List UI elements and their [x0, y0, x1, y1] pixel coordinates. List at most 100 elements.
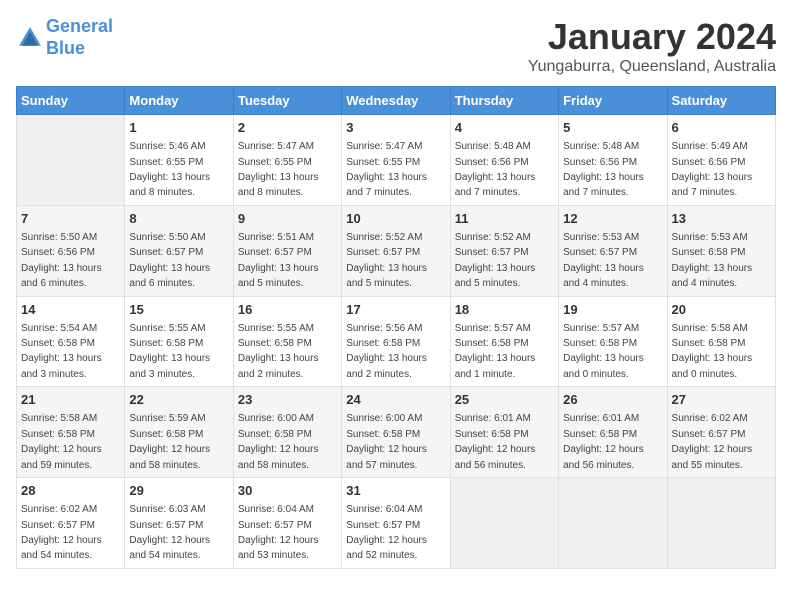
- day-info: Sunrise: 6:02 AMSunset: 6:57 PMDaylight:…: [21, 504, 102, 561]
- calendar-cell: 9 Sunrise: 5:51 AMSunset: 6:57 PMDaylight…: [233, 205, 341, 296]
- day-number: 16: [238, 301, 337, 319]
- day-number: 26: [563, 391, 662, 409]
- day-number: 17: [346, 301, 445, 319]
- day-number: 12: [563, 210, 662, 228]
- day-info: Sunrise: 5:53 AMSunset: 6:58 PMDaylight:…: [672, 232, 753, 289]
- calendar-week-2: 7 Sunrise: 5:50 AMSunset: 6:56 PMDaylight…: [17, 205, 776, 296]
- day-info: Sunrise: 6:00 AMSunset: 6:58 PMDaylight:…: [238, 413, 319, 470]
- day-number: 18: [455, 301, 554, 319]
- calendar-table: Sunday Monday Tuesday Wednesday Thursday…: [16, 86, 776, 569]
- logo-text: General Blue: [46, 16, 113, 59]
- calendar-cell: [17, 115, 125, 206]
- calendar-cell: 4Sunrise: 5:48 AMSunset: 6:56 PMDaylight…: [450, 115, 558, 206]
- day-info: Sunrise: 6:01 AMSunset: 6:58 PMDaylight:…: [455, 413, 536, 470]
- calendar-cell: 18 Sunrise: 5:57 AMSunset: 6:58 PMDayligh…: [450, 296, 558, 387]
- day-info: Sunrise: 5:49 AMSunset: 6:56 PMDaylight:…: [672, 141, 753, 198]
- day-number: 10: [346, 210, 445, 228]
- day-info: Sunrise: 5:55 AMSunset: 6:58 PMDaylight:…: [238, 323, 319, 380]
- day-info: Sunrise: 5:57 AMSunset: 6:58 PMDaylight:…: [563, 323, 644, 380]
- location-subtitle: Yungaburra, Queensland, Australia: [528, 58, 776, 76]
- calendar-week-1: 1Sunrise: 5:46 AMSunset: 6:55 PMDaylight…: [17, 115, 776, 206]
- day-number: 13: [672, 210, 771, 228]
- day-number: 28: [21, 482, 120, 500]
- calendar-cell: 31Sunrise: 6:04 AMSunset: 6:57 PMDayligh…: [342, 478, 450, 569]
- day-info: Sunrise: 6:03 AMSunset: 6:57 PMDaylight:…: [129, 504, 210, 561]
- day-info: Sunrise: 6:01 AMSunset: 6:58 PMDaylight:…: [563, 413, 644, 470]
- day-number: 3: [346, 119, 445, 137]
- calendar-cell: 8 Sunrise: 5:50 AMSunset: 6:57 PMDaylight…: [125, 205, 233, 296]
- day-number: 30: [238, 482, 337, 500]
- day-number: 22: [129, 391, 228, 409]
- calendar-cell: 29 Sunrise: 6:03 AMSunset: 6:57 PMDayligh…: [125, 478, 233, 569]
- calendar-cell: 23 Sunrise: 6:00 AMSunset: 6:58 PMDayligh…: [233, 387, 341, 478]
- day-info: Sunrise: 5:55 AMSunset: 6:58 PMDaylight:…: [129, 323, 210, 380]
- day-number: 29: [129, 482, 228, 500]
- calendar-cell: [450, 478, 558, 569]
- day-number: 25: [455, 391, 554, 409]
- calendar-cell: 10 Sunrise: 5:52 AMSunset: 6:57 PMDayligh…: [342, 205, 450, 296]
- day-number: 8: [129, 210, 228, 228]
- day-number: 9: [238, 210, 337, 228]
- calendar-cell: 17 Sunrise: 5:56 AMSunset: 6:58 PMDayligh…: [342, 296, 450, 387]
- col-tuesday: Tuesday: [233, 87, 341, 115]
- calendar-week-5: 28 Sunrise: 6:02 AMSunset: 6:57 PMDayligh…: [17, 478, 776, 569]
- calendar-cell: 15 Sunrise: 5:55 AMSunset: 6:58 PMDayligh…: [125, 296, 233, 387]
- day-number: 7: [21, 210, 120, 228]
- calendar-week-3: 14 Sunrise: 5:54 AMSunset: 6:58 PMDayligh…: [17, 296, 776, 387]
- day-info: Sunrise: 5:56 AMSunset: 6:58 PMDaylight:…: [346, 323, 427, 380]
- day-number: 24: [346, 391, 445, 409]
- day-info: Sunrise: 5:58 AMSunset: 6:58 PMDaylight:…: [672, 323, 753, 380]
- col-thursday: Thursday: [450, 87, 558, 115]
- logo-line1: General: [46, 16, 113, 36]
- day-number: 6: [672, 119, 771, 137]
- day-number: 1: [129, 119, 228, 137]
- day-number: 19: [563, 301, 662, 319]
- day-number: 15: [129, 301, 228, 319]
- day-info: Sunrise: 6:00 AMSunset: 6:58 PMDaylight:…: [346, 413, 427, 470]
- logo-line2: Blue: [46, 38, 85, 58]
- calendar-cell: 7 Sunrise: 5:50 AMSunset: 6:56 PMDaylight…: [17, 205, 125, 296]
- day-info: Sunrise: 6:04 AMSunset: 6:57 PMDaylight:…: [238, 504, 319, 561]
- title-block: January 2024 Yungaburra, Queensland, Aus…: [528, 16, 776, 76]
- col-saturday: Saturday: [667, 87, 775, 115]
- day-info: Sunrise: 5:50 AMSunset: 6:56 PMDaylight:…: [21, 232, 102, 289]
- calendar-cell: 6 Sunrise: 5:49 AMSunset: 6:56 PMDaylight…: [667, 115, 775, 206]
- calendar-cell: 30 Sunrise: 6:04 AMSunset: 6:57 PMDayligh…: [233, 478, 341, 569]
- calendar-cell: 25 Sunrise: 6:01 AMSunset: 6:58 PMDayligh…: [450, 387, 558, 478]
- calendar-cell: 22Sunrise: 5:59 AMSunset: 6:58 PMDayligh…: [125, 387, 233, 478]
- calendar-cell: 2 Sunrise: 5:47 AMSunset: 6:55 PMDaylight…: [233, 115, 341, 206]
- page-header: General Blue January 2024 Yungaburra, Qu…: [16, 16, 776, 76]
- calendar-cell: 21Sunrise: 5:58 AMSunset: 6:58 PMDayligh…: [17, 387, 125, 478]
- calendar-cell: 20 Sunrise: 5:58 AMSunset: 6:58 PMDayligh…: [667, 296, 775, 387]
- month-title: January 2024: [528, 16, 776, 58]
- calendar-cell: 11 Sunrise: 5:52 AMSunset: 6:57 PMDayligh…: [450, 205, 558, 296]
- day-info: Sunrise: 5:57 AMSunset: 6:58 PMDaylight:…: [455, 323, 536, 380]
- calendar-cell: 12 Sunrise: 5:53 AMSunset: 6:57 PMDayligh…: [559, 205, 667, 296]
- day-number: 20: [672, 301, 771, 319]
- calendar-cell: 16 Sunrise: 5:55 AMSunset: 6:58 PMDayligh…: [233, 296, 341, 387]
- day-number: 23: [238, 391, 337, 409]
- day-info: Sunrise: 5:52 AMSunset: 6:57 PMDaylight:…: [346, 232, 427, 289]
- calendar-cell: [559, 478, 667, 569]
- day-info: Sunrise: 5:51 AMSunset: 6:57 PMDaylight:…: [238, 232, 319, 289]
- day-info: Sunrise: 6:02 AMSunset: 6:57 PMDaylight:…: [672, 413, 753, 470]
- day-number: 11: [455, 210, 554, 228]
- calendar-cell: 5Sunrise: 5:48 AMSunset: 6:56 PMDaylight…: [559, 115, 667, 206]
- calendar-cell: 26 Sunrise: 6:01 AMSunset: 6:58 PMDayligh…: [559, 387, 667, 478]
- day-info: Sunrise: 5:50 AMSunset: 6:57 PMDaylight:…: [129, 232, 210, 289]
- day-info: Sunrise: 5:52 AMSunset: 6:57 PMDaylight:…: [455, 232, 536, 289]
- day-number: 4: [455, 119, 554, 137]
- calendar-cell: 24 Sunrise: 6:00 AMSunset: 6:58 PMDayligh…: [342, 387, 450, 478]
- day-number: 31: [346, 482, 445, 500]
- day-info: Sunrise: 5:54 AMSunset: 6:58 PMDaylight:…: [21, 323, 102, 380]
- day-info: Sunrise: 5:53 AMSunset: 6:57 PMDaylight:…: [563, 232, 644, 289]
- calendar-cell: 14 Sunrise: 5:54 AMSunset: 6:58 PMDayligh…: [17, 296, 125, 387]
- day-info: Sunrise: 5:58 AMSunset: 6:58 PMDaylight:…: [21, 413, 102, 470]
- day-info: Sunrise: 5:48 AMSunset: 6:56 PMDaylight:…: [563, 141, 644, 198]
- day-number: 14: [21, 301, 120, 319]
- logo: General Blue: [16, 16, 113, 59]
- day-info: Sunrise: 5:47 AMSunset: 6:55 PMDaylight:…: [238, 141, 319, 198]
- calendar-header-row: Sunday Monday Tuesday Wednesday Thursday…: [17, 87, 776, 115]
- day-number: 2: [238, 119, 337, 137]
- calendar-cell: 13 Sunrise: 5:53 AMSunset: 6:58 PMDayligh…: [667, 205, 775, 296]
